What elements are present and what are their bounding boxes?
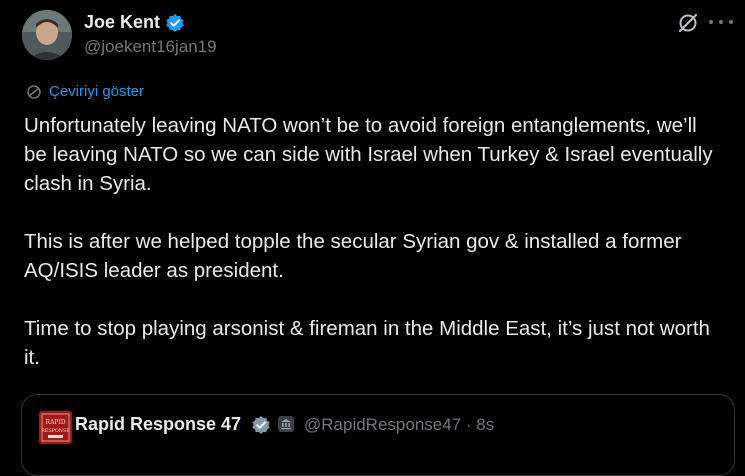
more-dot xyxy=(719,20,723,24)
quote-avatar-text-1: RAPID xyxy=(45,419,65,426)
author-handle[interactable]: @joekent16jan19 xyxy=(84,37,217,57)
translate-link[interactable]: Çeviriyi göster xyxy=(26,83,144,100)
tweet-paragraph: Unfortunately leaving NATO won’t be to a… xyxy=(24,114,713,195)
more-dot xyxy=(729,20,733,24)
quote-avatar[interactable]: RAPID RESPONSE xyxy=(39,411,72,444)
government-badge-icon[interactable] xyxy=(278,416,294,432)
author-avatar[interactable] xyxy=(22,10,72,60)
more-dot xyxy=(709,20,713,24)
quote-avatar-text-2: RESPONSE xyxy=(41,428,70,434)
author-name[interactable]: Joe Kent xyxy=(84,12,160,33)
verified-badge-icon[interactable] xyxy=(165,13,185,33)
tweet-paragraph: This is after we helped topple the secul… xyxy=(24,230,682,282)
tweet-text: Unfortunately leaving NATO won’t be to a… xyxy=(24,111,724,401)
quoted-tweet-card[interactable]: RAPID RESPONSE Rapid Response 47 @RapidR… xyxy=(21,394,735,476)
grok-icon[interactable] xyxy=(677,12,699,34)
quote-handle[interactable]: @RapidResponse47 xyxy=(304,415,461,434)
translate-icon xyxy=(27,84,41,99)
quote-author-name[interactable]: Rapid Response 47 xyxy=(75,414,241,435)
verified-badge-icon[interactable] xyxy=(251,415,271,435)
quote-time[interactable]: · 8s xyxy=(466,415,494,434)
author-name-row: Joe Kent xyxy=(84,12,185,33)
translate-label[interactable]: Çeviriyi göster xyxy=(49,83,144,100)
more-icon[interactable] xyxy=(709,11,733,33)
quote-handle-time[interactable]: @RapidResponse47 · 8s xyxy=(304,415,494,435)
tweet-paragraph: Time to stop playing arsonist & fireman … xyxy=(24,317,710,369)
